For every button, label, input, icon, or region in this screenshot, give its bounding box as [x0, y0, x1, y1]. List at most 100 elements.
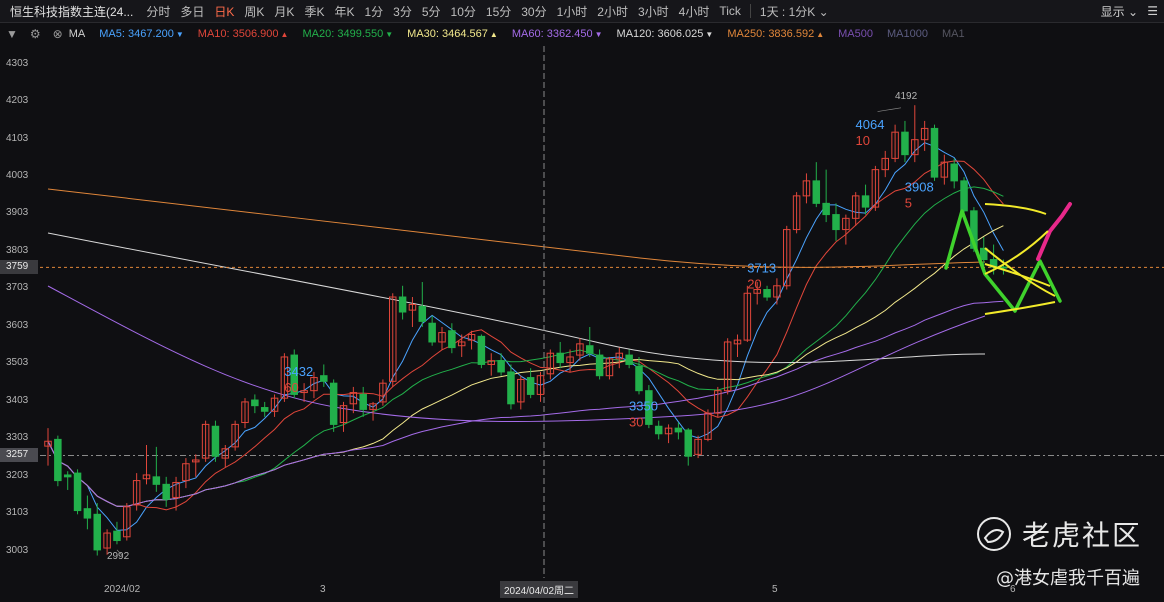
author-handle: @港女虐我千百遍: [996, 568, 1140, 589]
candle-body: [497, 360, 505, 373]
timeframe-tab[interactable]: 周K: [239, 3, 269, 20]
chart-annotation: 60: [284, 380, 298, 395]
arrow-up-icon: ▲: [489, 30, 498, 39]
timeframe-tab[interactable]: 5分: [417, 3, 446, 20]
candle-body: [832, 214, 840, 231]
candle-body: [763, 289, 771, 298]
timeframe-tab[interactable]: 4小时: [674, 3, 715, 20]
range-selector[interactable]: 1天 : 1分K ⌄: [755, 3, 834, 20]
ma-name: MA1: [941, 28, 965, 40]
candle-body: [684, 429, 692, 457]
ma-name: MA250: [727, 28, 763, 40]
timeframe-tab[interactable]: 3小时: [633, 3, 674, 20]
ma-label: MA: [68, 28, 86, 40]
time-tick: 5: [772, 584, 778, 595]
candle-body: [999, 266, 1008, 269]
chart-annotation: 4192: [895, 91, 918, 102]
candle-body: [260, 407, 269, 412]
candlestick-chart[interactable]: 406410 4192 39085 371320 343260 335030 2992: [40, 46, 1164, 578]
candle-body: [73, 472, 82, 512]
annotation-leader: [877, 107, 902, 112]
ma-legend-item[interactable]: MA500: [838, 28, 873, 40]
price-tick: 3303: [6, 432, 29, 444]
ma-value: 3467.200: [127, 28, 174, 40]
chart-annotation: 3350: [629, 399, 658, 414]
candle-body: [329, 382, 338, 425]
ma-legend-item[interactable]: MA10: 3506.900 ▲: [198, 28, 289, 40]
price-tick: 3403: [6, 394, 29, 406]
candle-body: [556, 352, 564, 364]
chart-annotation: 10: [856, 133, 870, 148]
chart-annotation: 3713: [747, 261, 776, 276]
ma-legend-item[interactable]: MA20: 3499.550 ▼: [302, 28, 393, 40]
ma-legend-item[interactable]: MA120: 3606.025 ▼: [617, 28, 714, 40]
ma-value: 3836.592: [768, 28, 815, 40]
collapse-chevron-icon[interactable]: ▼: [6, 27, 18, 41]
ma-name: MA10: [197, 28, 227, 40]
timeframe-tab[interactable]: 月K: [269, 3, 299, 20]
price-tick: 3803: [6, 244, 29, 256]
candle-body: [211, 425, 220, 457]
timeframe-tab[interactable]: 10分: [446, 3, 481, 20]
tiger-logo-icon: [976, 517, 1011, 551]
ma10-line: [47, 160, 1004, 511]
timeframe-tab[interactable]: 分时: [141, 3, 175, 20]
ma-legend-item[interactable]: MA30: 3464.567 ▲: [407, 28, 498, 40]
price-tick: 4103: [6, 132, 29, 144]
chart-annotation: 5: [905, 196, 912, 211]
ma-legend-item[interactable]: MA1: [942, 28, 965, 40]
price-tick: 3503: [6, 357, 29, 369]
ma-name: MA120: [616, 28, 652, 40]
ma-value: 3606.025: [657, 28, 704, 40]
price-tick: 3903: [6, 207, 29, 219]
timeframe-tab[interactable]: 日K: [209, 3, 239, 20]
ma-value: 3499.550: [337, 28, 384, 40]
price-tick: 3103: [6, 507, 29, 519]
instrument-title[interactable]: 恒生科技指数主连(24...: [0, 3, 141, 20]
timeframe-tab[interactable]: 年K: [329, 3, 359, 20]
timeframe-tab[interactable]: 季K: [299, 3, 329, 20]
candle-body: [526, 377, 535, 395]
arrow-down-icon: ▼: [385, 30, 394, 39]
ma-legend-item[interactable]: MA1000: [887, 28, 928, 40]
ma20-line: [47, 186, 1004, 507]
arrow-down-icon: ▼: [705, 30, 714, 39]
candle-body: [861, 195, 870, 208]
candle-body: [950, 163, 958, 182]
timeframe-tab[interactable]: 1小时: [552, 3, 593, 20]
timeframe-tab[interactable]: 1分: [359, 3, 388, 20]
hamburger-icon[interactable]: ☰: [1147, 4, 1158, 18]
ma-name: MA1000: [886, 28, 928, 40]
ma-name: MA30: [407, 28, 436, 40]
current-price-tag: 3759: [0, 260, 38, 275]
candle-body: [428, 322, 436, 343]
timeframe-tab[interactable]: 3分: [388, 3, 417, 20]
candle-body: [83, 508, 92, 519]
timeframe-tab[interactable]: Tick: [714, 4, 746, 18]
ma-legend-item[interactable]: MA5: 3467.200 ▼: [99, 28, 184, 40]
timeframe-tab[interactable]: 多日: [175, 3, 209, 20]
price-tick: 4203: [6, 95, 29, 107]
ma-legend-item[interactable]: MA250: 3836.592 ▲: [727, 28, 824, 40]
ma-name: MA60: [511, 28, 541, 40]
top-toolbar: 恒生科技指数主连(24... 分时 多日 日K 周K 月K 季K 年K 1分 3分 5分 10分 15…: [0, 0, 1164, 23]
candle-body: [586, 345, 594, 354]
candle-body: [251, 399, 259, 407]
candle-body: [595, 354, 604, 377]
display-menu-button[interactable]: 显示 ⌄: [1101, 3, 1138, 20]
ma-value: 3464.567: [442, 28, 488, 40]
ma-name: MA500: [838, 28, 873, 40]
close-icon[interactable]: ⊗: [53, 27, 63, 41]
timeframe-tab[interactable]: 15分: [481, 3, 516, 20]
price-tick: 3603: [6, 319, 29, 331]
tiger-community-watermark: 老虎社区: [976, 514, 1142, 554]
price-axis: 4303 4203 4103 4003 3903 3803 3703 3603 3503 3403…: [0, 46, 40, 586]
candle-body: [54, 438, 62, 482]
chart-annotation: 2992: [107, 551, 130, 562]
arrow-up-icon: ▲: [816, 30, 825, 39]
ma-legend-item[interactable]: MA60: 3362.450 ▼: [512, 28, 603, 40]
timeframe-tab[interactable]: 30分: [516, 3, 551, 20]
candle-body: [635, 365, 643, 392]
settings-icon[interactable]: ⚙: [30, 27, 41, 41]
timeframe-tab[interactable]: 2小时: [592, 3, 633, 20]
